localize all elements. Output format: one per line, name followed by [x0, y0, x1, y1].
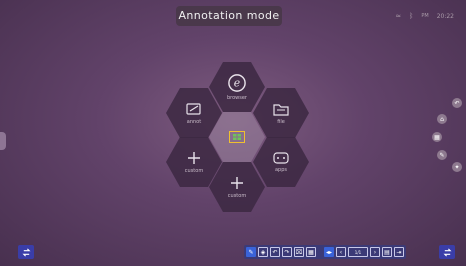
chevron-left-icon: ‹ [339, 248, 343, 256]
nav-icon: ◂▸ [325, 248, 333, 256]
redo-button[interactable]: ↷ [282, 247, 292, 257]
float-home-button[interactable]: ⌂ [437, 114, 447, 124]
whiteboard-icon [186, 102, 201, 115]
undo-icon: ↶ [272, 248, 278, 256]
plus-icon [188, 151, 200, 164]
exit-annotation-button[interactable]: ⇥ [394, 247, 404, 257]
exit-icon: ⇥ [396, 248, 402, 256]
whiteboard-button[interactable]: ▤ [382, 247, 392, 257]
hex-browser[interactable]: e browser [209, 62, 265, 112]
switch-icon [21, 248, 31, 256]
folder-icon [273, 103, 289, 116]
svg-text:e: e [234, 76, 240, 89]
whiteboard-icon: ▤ [384, 248, 390, 256]
pen-tool-button[interactable]: ✎ [246, 247, 256, 257]
hex-apps[interactable]: apps [253, 137, 309, 187]
left-side-tab[interactable] [0, 132, 6, 150]
windows-source-icon [229, 131, 245, 143]
browser-e-icon: e [228, 73, 246, 92]
hex-whiteboard-label: annot [186, 118, 202, 125]
screenshot-button[interactable]: ⌧ [294, 247, 304, 257]
status-bar: ≈ ᛒ PM 20:22 [395, 12, 454, 20]
pen-icon: ✎ [248, 248, 254, 256]
redo-icon: ↷ [284, 248, 290, 256]
hex-custom-left-label: custom [184, 167, 204, 174]
hex-file-label: file [277, 118, 285, 125]
hex-apps-label: apps [274, 166, 288, 173]
hex-browser-label: browser [226, 94, 247, 101]
status-ampm: PM [421, 13, 429, 19]
bottom-left-switch-button[interactable] [18, 245, 34, 259]
hex-custom-bottom-label: custom [227, 192, 247, 199]
screenshot-icon: ⌧ [295, 248, 303, 256]
float-annotate-button[interactable]: ✎ [437, 150, 447, 160]
plus-icon [231, 176, 243, 189]
wifi-icon: ≈ [395, 12, 402, 20]
eraser-tool-button[interactable]: ◈ [258, 247, 268, 257]
bluetooth-icon: ᛒ [409, 12, 414, 20]
apps-icon [273, 151, 289, 164]
status-time: 20:22 [436, 12, 454, 20]
bottom-right-switch-button[interactable] [439, 245, 455, 259]
page-indicator: 1/1 [348, 247, 368, 257]
chevron-right-icon: › [373, 248, 377, 256]
hex-file[interactable]: file [253, 88, 309, 138]
annotation-mode-title: Annotation mode [176, 6, 282, 26]
switch-icon [442, 248, 452, 256]
undo-button[interactable]: ↶ [270, 247, 280, 257]
float-back-button[interactable]: ↶ [452, 98, 462, 108]
prev-page-button[interactable]: ‹ [336, 247, 346, 257]
float-windows-button[interactable]: ▦ [432, 132, 442, 142]
qr-code-button[interactable]: ▦ [306, 247, 316, 257]
nav-toggle-button[interactable]: ◂▸ [324, 247, 334, 257]
eraser-icon: ◈ [260, 248, 266, 256]
annotation-toolbar: ✎ ◈ ↶ ↷ ⌧ ▦ ◂▸ ‹ 1/1 › ▤ ⇥ [244, 245, 406, 259]
next-page-button[interactable]: › [370, 247, 380, 257]
qr-code-icon: ▦ [308, 248, 314, 256]
float-settings-button[interactable]: ✦ [452, 162, 462, 172]
